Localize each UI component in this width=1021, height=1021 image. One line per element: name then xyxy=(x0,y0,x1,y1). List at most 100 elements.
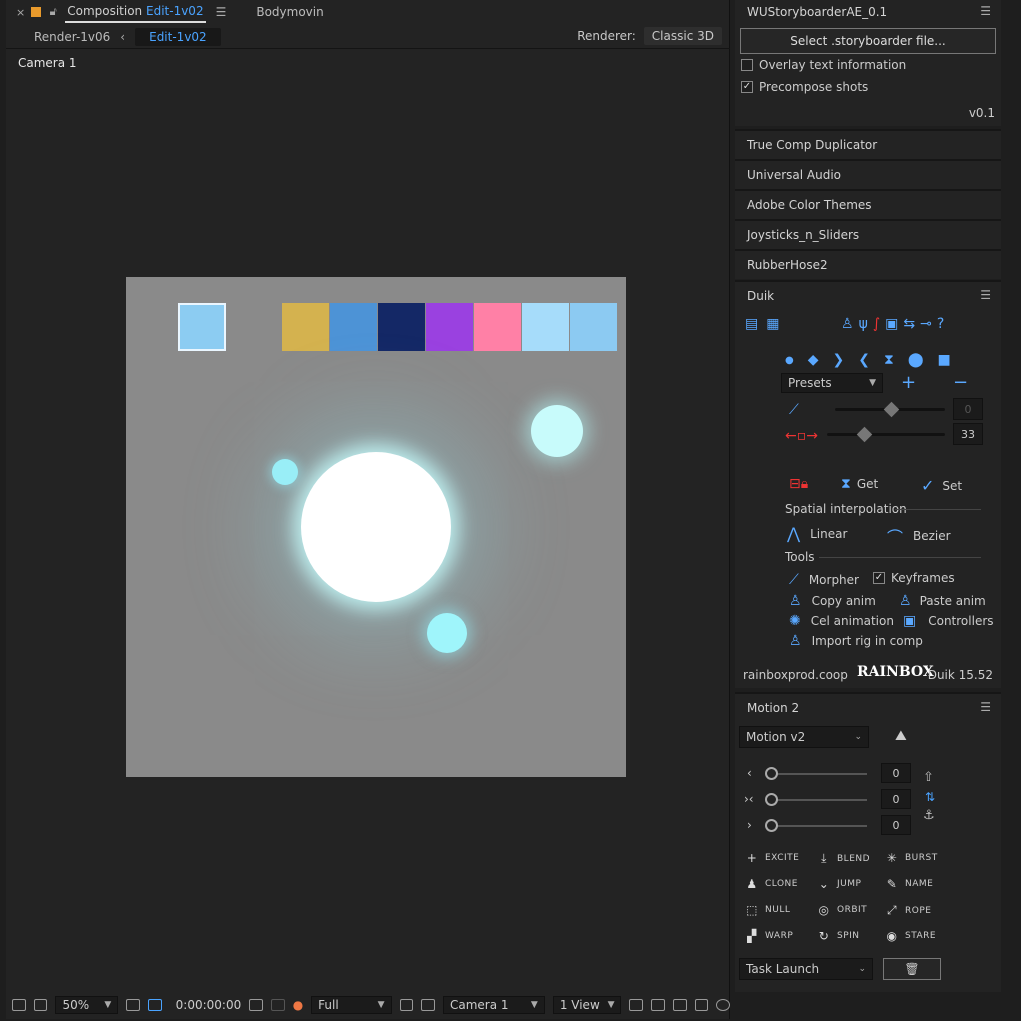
keyframes-checkbox-row[interactable]: ✓ Keyframes xyxy=(873,571,955,585)
ease-both-slider[interactable] xyxy=(771,799,867,801)
camera-tools-icon[interactable]: ▣ xyxy=(885,316,898,332)
null-button[interactable]: ⬚ NULL xyxy=(745,903,790,917)
warp-button[interactable]: ▞ WARP xyxy=(745,929,793,943)
zoom-select[interactable]: 50% ▼ xyxy=(55,995,119,1014)
lock-icon[interactable]: 🔓︎ xyxy=(47,5,59,19)
name-button[interactable]: ✎ NAME xyxy=(885,877,933,891)
close-tab-icon[interactable]: × xyxy=(16,6,25,19)
color-swatch[interactable] xyxy=(522,303,569,351)
ease-in-slider-handle[interactable] xyxy=(765,767,778,780)
settings-link-icon[interactable]: ⊸ xyxy=(920,316,932,332)
add-preset-icon[interactable]: + xyxy=(901,372,916,393)
square-key-icon[interactable]: ■ xyxy=(937,352,950,368)
precompose-checkbox[interactable]: ✓ xyxy=(741,81,753,93)
bezier-button[interactable]: ⌒ Bezier xyxy=(887,524,951,548)
timeline-icon[interactable] xyxy=(672,998,687,1011)
ease-out-value[interactable]: 0 xyxy=(881,815,911,835)
ease-out-slider-handle[interactable] xyxy=(765,819,778,832)
influence-value[interactable]: 0 xyxy=(953,398,983,420)
top-right-glow-circle[interactable] xyxy=(531,405,583,457)
influence-slider-handle[interactable] xyxy=(883,401,900,418)
paste-anim-button[interactable]: ♙ Paste anim xyxy=(899,593,986,609)
interpolation-icon[interactable]: ∫ xyxy=(873,316,880,332)
view-layout-select[interactable]: 1 View ▼ xyxy=(552,995,622,1014)
collapsed-panel[interactable]: RubberHose2 xyxy=(735,249,1001,279)
auto-bezier-icon[interactable]: ⬤ xyxy=(908,352,924,368)
set-button[interactable]: ✓ Set xyxy=(921,476,962,495)
color-swatch[interactable] xyxy=(426,303,473,351)
flow-prev-comp[interactable]: Render-1v06 xyxy=(34,30,110,44)
ease-in-value[interactable]: 0 xyxy=(881,763,911,783)
composition-canvas[interactable] xyxy=(126,277,626,777)
help-icon[interactable]: ? xyxy=(937,316,944,332)
panel-menu-icon[interactable]: ☰ xyxy=(980,4,991,18)
bottom-glow-circle[interactable] xyxy=(427,613,467,653)
reset-exposure-icon[interactable] xyxy=(716,998,731,1011)
panel-menu-icon[interactable]: ☰ xyxy=(980,288,991,302)
collapsed-panel[interactable]: Joysticks_n_Sliders xyxy=(735,219,1001,249)
color-channels-icon[interactable]: ● xyxy=(293,998,303,1012)
tab-composition[interactable]: Composition Edit-1v02 xyxy=(65,1,206,23)
camera-view-select[interactable]: Camera 1 ▼ xyxy=(442,995,545,1014)
color-swatch[interactable] xyxy=(330,303,377,351)
selected-swatch[interactable] xyxy=(178,303,226,351)
collapsed-panel[interactable]: Universal Audio xyxy=(735,159,1001,189)
get-button[interactable]: ⧗ Get xyxy=(841,476,878,492)
collapsed-panel[interactable]: Adobe Color Themes xyxy=(735,189,1001,219)
linear-button[interactable]: ⋀ Linear xyxy=(787,524,847,543)
mountains-icon[interactable]: ⛰︎ xyxy=(895,728,907,744)
ease-both-value[interactable]: 0 xyxy=(881,789,911,809)
ease-out-icon[interactable]: ❮ xyxy=(858,352,870,368)
delete-button[interactable]: 🗑︎ xyxy=(883,958,941,980)
tab-bodymovin[interactable]: Bodymovin xyxy=(256,5,323,19)
monitor-icon[interactable] xyxy=(33,998,48,1011)
flowchart-icon[interactable] xyxy=(694,998,709,1011)
resolution-select[interactable]: Full ▼ xyxy=(311,995,392,1014)
flow-current-comp[interactable]: Edit-1v02 xyxy=(135,27,221,46)
velocity-slider[interactable] xyxy=(827,433,945,436)
hold-key-icon[interactable]: ⧗ xyxy=(884,352,894,368)
color-swatch[interactable] xyxy=(282,303,329,351)
timecode[interactable]: 0:00:00:00 xyxy=(176,998,242,1012)
transparency-grid-icon[interactable] xyxy=(421,998,435,1011)
safe-zones-icon[interactable] xyxy=(126,998,140,1011)
jump-button[interactable]: ⌄ JUMP xyxy=(817,877,861,891)
notes-icon[interactable]: ▤ xyxy=(745,316,758,332)
automation-icon[interactable]: ψ xyxy=(859,316,868,332)
ease-out-slider[interactable] xyxy=(771,825,867,827)
small-left-glow-circle[interactable] xyxy=(272,459,298,485)
stare-button[interactable]: ◉ STARE xyxy=(885,929,936,943)
rope-button[interactable]: ⤢ ROPE xyxy=(885,903,931,918)
io-icon[interactable]: ⇆ xyxy=(903,316,915,332)
renderer-select[interactable]: Classic 3D xyxy=(643,27,722,45)
rocket-icon[interactable]: ⇧ xyxy=(923,770,934,785)
chevron-left-icon[interactable]: ‹ xyxy=(120,30,125,44)
rainbox-link[interactable]: rainboxprod.coop xyxy=(743,668,848,682)
ease-in-icon[interactable]: ❯ xyxy=(833,352,845,368)
fast-previews-icon[interactable] xyxy=(651,998,665,1011)
clone-button[interactable]: ♟ CLONE xyxy=(745,877,798,891)
collapsed-panel[interactable]: True Comp Duplicator xyxy=(735,129,1001,159)
linear-key-icon[interactable]: ● xyxy=(785,355,794,366)
snapshot-icon[interactable] xyxy=(249,998,263,1011)
overlay-checkbox-row[interactable]: Overlay text information xyxy=(735,54,1001,76)
task-launch-select[interactable]: Task Launch ⌄ xyxy=(739,958,873,980)
toggle-pixel-aspect-icon[interactable] xyxy=(629,998,644,1011)
overlay-checkbox[interactable] xyxy=(741,59,753,71)
presets-select[interactable]: Presets ▼ xyxy=(781,373,883,393)
controllers-button[interactable]: ▣ Controllers xyxy=(903,613,994,629)
precompose-checkbox-row[interactable]: ✓ Precompose shots xyxy=(735,76,1001,98)
lock-velocity-icon[interactable]: ⊟🔒︎ xyxy=(789,476,808,492)
color-swatch[interactable] xyxy=(378,303,425,351)
blend-button[interactable]: ⤓ BLEND xyxy=(817,851,870,866)
select-storyboarder-button[interactable]: Select .storyboarder file... xyxy=(740,28,996,54)
rigging-icon[interactable]: ♙ xyxy=(841,316,854,332)
keyframes-checkbox[interactable]: ✓ xyxy=(873,572,885,584)
color-swatch[interactable] xyxy=(474,303,521,351)
velocity-value[interactable]: 33 xyxy=(953,423,983,445)
cel-animation-button[interactable]: ✺ Cel animation xyxy=(789,613,894,629)
color-swatch[interactable] xyxy=(570,303,617,351)
mask-visibility-icon[interactable] xyxy=(147,998,162,1011)
spin-button[interactable]: ↻ SPIN xyxy=(817,929,860,943)
remove-preset-icon[interactable]: − xyxy=(953,372,968,393)
